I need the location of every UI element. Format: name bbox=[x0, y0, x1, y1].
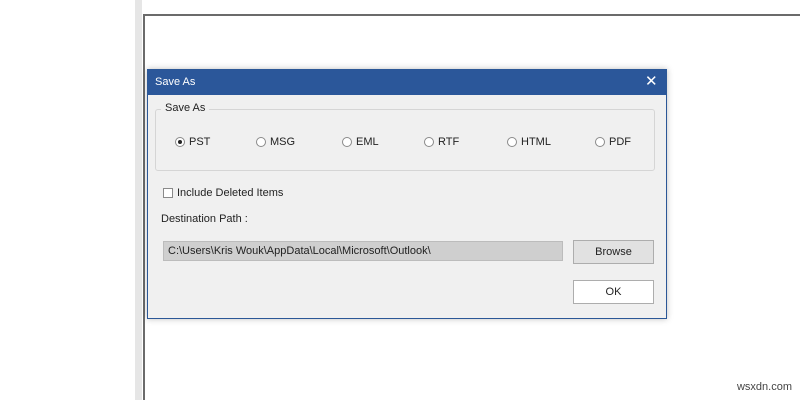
radio-html[interactable]: HTML bbox=[507, 135, 551, 149]
radio-button[interactable] bbox=[424, 137, 434, 147]
radio-button[interactable] bbox=[507, 137, 517, 147]
panel-divider[interactable] bbox=[135, 0, 142, 400]
format-group-label: Save As bbox=[161, 102, 210, 114]
save-as-dialog: Save As ✕ Save As PST MSG EML RTF HTML P… bbox=[147, 69, 667, 319]
radio-button[interactable] bbox=[256, 137, 266, 147]
dialog-titlebar[interactable]: Save As ✕ bbox=[148, 70, 666, 95]
radio-button[interactable] bbox=[595, 137, 605, 147]
format-group-box bbox=[155, 109, 655, 171]
include-deleted-label: Include Deleted Items bbox=[177, 187, 284, 199]
radio-button[interactable] bbox=[175, 137, 185, 147]
radio-rtf[interactable]: RTF bbox=[424, 135, 459, 149]
include-deleted-checkbox[interactable] bbox=[163, 188, 173, 198]
radio-pst[interactable]: PST bbox=[175, 135, 210, 149]
browse-button[interactable]: Browse bbox=[573, 240, 654, 264]
radio-label: EML bbox=[356, 136, 379, 148]
dialog-title: Save As bbox=[155, 76, 196, 88]
include-deleted-option[interactable]: Include Deleted Items bbox=[163, 187, 283, 199]
close-button[interactable]: ✕ bbox=[636, 70, 666, 95]
close-icon: ✕ bbox=[645, 73, 658, 90]
destination-path-label: Destination Path : bbox=[161, 213, 248, 225]
ok-button[interactable]: OK bbox=[573, 280, 654, 304]
radio-label: HTML bbox=[521, 136, 551, 148]
radio-label: RTF bbox=[438, 136, 460, 148]
radio-label: PDF bbox=[609, 136, 631, 148]
destination-path-field[interactable]: C:\Users\Kris Wouk\AppData\Local\Microso… bbox=[163, 241, 563, 261]
radio-label: MSG bbox=[270, 136, 296, 148]
radio-label: PST bbox=[189, 136, 211, 148]
left-panel bbox=[0, 0, 135, 400]
watermark-text: wsxdn.com bbox=[736, 381, 792, 393]
radio-pdf[interactable]: PDF bbox=[595, 135, 631, 149]
radio-msg[interactable]: MSG bbox=[256, 135, 295, 149]
radio-eml[interactable]: EML bbox=[342, 135, 379, 149]
radio-button[interactable] bbox=[342, 137, 352, 147]
